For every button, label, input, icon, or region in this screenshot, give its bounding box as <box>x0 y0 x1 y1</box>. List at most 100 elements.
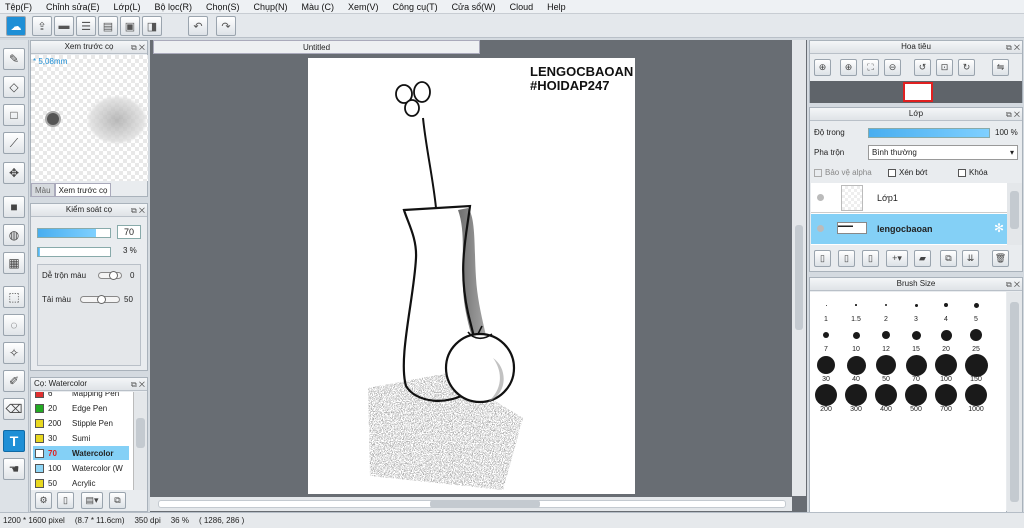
close-icon[interactable]: ⧉ ✕ <box>1006 279 1020 291</box>
line-tool-icon[interactable]: ⟋ <box>3 132 25 154</box>
select-rect-icon[interactable]: ⬚ <box>3 286 25 308</box>
gradient-tool-icon[interactable]: ▦ <box>3 252 25 274</box>
close-icon[interactable]: ⧉ ✕ <box>131 379 145 391</box>
menu-item[interactable]: Bộ lọc(R) <box>154 2 192 12</box>
add-layer-menu-icon[interactable]: +▾ <box>886 250 908 267</box>
reset-icon[interactable]: ⊡ <box>936 59 953 76</box>
undo-icon[interactable]: ↶ <box>188 16 208 36</box>
brush-size-cell[interactable]: 7 <box>811 324 841 354</box>
hand-tool-icon[interactable]: ☚ <box>3 458 25 480</box>
brush-list-scrollbar[interactable] <box>133 392 147 490</box>
layer-scrollbar[interactable] <box>1007 183 1022 245</box>
layer-row-selected[interactable]: ▬▬▬ lengocbaoan ✻ <box>811 214 1007 244</box>
rotate-right-icon[interactable]: ↻ <box>958 59 975 76</box>
brush-tool-icon[interactable]: ✎ <box>3 48 25 70</box>
zoom-out-icon[interactable]: ⊖ <box>884 59 901 76</box>
lock-checkbox[interactable]: Khóa <box>958 168 988 177</box>
canvas-paper[interactable]: LENGOCBAOAN #HOIDAP247 <box>308 58 635 494</box>
layer-opacity-slider[interactable] <box>868 128 990 138</box>
opacity-input[interactable]: 70 <box>117 225 141 239</box>
menu-item[interactable]: Tệp(F) <box>5 2 32 12</box>
brush-size-cell[interactable]: 12 <box>871 324 901 354</box>
brush-size-scrollbar[interactable] <box>1007 292 1022 512</box>
clip-checkbox[interactable]: Xén bớt <box>888 168 927 177</box>
rect-tool-icon[interactable]: □ <box>3 104 25 126</box>
brush-size-cell[interactable]: 20 <box>931 324 961 354</box>
density-slider[interactable] <box>37 247 111 257</box>
redo-icon[interactable]: ↷ <box>216 16 236 36</box>
brush-list-item[interactable]: 200 Stipple Pen <box>33 416 129 430</box>
brush-size-cell[interactable]: 500 <box>901 384 931 414</box>
brush-size-cell[interactable]: 200 <box>811 384 841 414</box>
chat-icon[interactable]: ▬ <box>54 16 74 36</box>
eraser-tool-icon[interactable]: ◇ <box>3 76 25 98</box>
brush-size-cell[interactable]: 1000 <box>961 384 991 414</box>
duplicate-icon[interactable]: ⧉ <box>940 250 957 267</box>
reload-slider[interactable] <box>80 295 120 304</box>
horizontal-scrollbar[interactable] <box>150 497 792 511</box>
save-icon[interactable]: ▣ <box>120 16 140 36</box>
menu-item[interactable]: Lớp(L) <box>114 2 141 12</box>
tab-color[interactable]: Màu <box>31 183 55 197</box>
brush-size-cell[interactable]: 150 <box>961 353 991 384</box>
tab-brush-preview[interactable]: Xem trước cọ <box>54 183 112 197</box>
bucket-tool-icon[interactable]: ◍ <box>3 224 25 246</box>
navigator-viewport[interactable] <box>903 82 933 102</box>
brush-size-cell[interactable]: 1 <box>811 294 841 324</box>
close-icon[interactable]: ⧉ ✕ <box>1006 42 1020 54</box>
canvas-area[interactable]: Untitled LENGOCBAOAN #HOIDAP247 <box>150 40 807 512</box>
merge-icon[interactable]: ⇊ <box>962 250 979 267</box>
brush-size-cell[interactable]: 700 <box>931 384 961 414</box>
menu-item[interactable]: Xem(V) <box>348 2 379 12</box>
select-eraser-icon[interactable]: ⌫ <box>3 398 25 420</box>
magic-wand-icon[interactable]: ✧ <box>3 342 25 364</box>
menu-item[interactable]: Công cụ(T) <box>393 2 438 12</box>
flip-icon[interactable]: ⇋ <box>992 59 1009 76</box>
blend-slider[interactable] <box>98 271 122 280</box>
menu-item[interactable]: Màu (C) <box>302 2 335 12</box>
brush-size-cell[interactable]: 30 <box>811 354 841 384</box>
share-icon[interactable]: ⇪ <box>32 16 52 36</box>
brush-list-item[interactable]: 30 Sumi <box>33 431 129 445</box>
menu-item[interactable]: Chỉnh sửa(E) <box>46 2 100 12</box>
brush-list-item[interactable]: 6 Mapping Pen <box>33 392 129 400</box>
gear-icon[interactable]: ✻ <box>994 221 1004 235</box>
menu-item[interactable]: Chọn(S) <box>206 2 240 12</box>
navigator-preview[interactable] <box>810 81 1022 103</box>
lasso-icon[interactable]: ◌ <box>3 314 25 336</box>
new-layer-icon[interactable]: ▯ <box>814 250 831 267</box>
brush-size-cell[interactable]: 3 <box>901 294 931 324</box>
brush-size-cell[interactable]: 4 <box>931 294 961 324</box>
fit-icon[interactable]: ⛶ <box>862 59 879 76</box>
fill-rect-tool-icon[interactable]: ■ <box>3 196 25 218</box>
menu-item[interactable]: Chụp(N) <box>254 2 288 12</box>
brush-size-cell[interactable]: 300 <box>841 384 871 414</box>
close-icon[interactable]: ⧉ ✕ <box>1006 109 1020 121</box>
brush-size-cell[interactable]: 1.5 <box>841 294 871 324</box>
opacity-slider[interactable] <box>37 228 111 238</box>
brush-size-cell[interactable]: 40 <box>841 354 871 384</box>
close-icon[interactable]: ⧉ ✕ <box>131 42 145 54</box>
brush-size-cell[interactable]: 400 <box>871 384 901 414</box>
brush-size-cell[interactable]: 100 <box>931 354 961 384</box>
brush-copy-icon[interactable]: ⧉ <box>109 492 126 509</box>
document-tab[interactable]: Untitled <box>153 40 480 54</box>
layer-row[interactable]: Lớp1 <box>811 183 1007 213</box>
protect-alpha-checkbox[interactable]: Bảo vệ alpha <box>814 168 872 177</box>
zoom-in-icon[interactable]: ⊕ <box>814 59 831 76</box>
brush-size-cell[interactable]: 10 <box>841 324 871 354</box>
new-layer-2-icon[interactable]: ▯ <box>838 250 855 267</box>
brush-size-cell[interactable]: 70 <box>901 354 931 384</box>
brush-list-item[interactable]: 50 Acrylic <box>33 476 129 490</box>
cloud-icon[interactable]: ☁ <box>6 16 26 36</box>
visibility-icon[interactable] <box>817 194 824 201</box>
brush-size-cell[interactable]: 2 <box>871 294 901 324</box>
brush-menu-icon[interactable]: ▤▾ <box>81 492 103 509</box>
brush-size-cell[interactable]: 15 <box>901 324 931 354</box>
brush-size-cell[interactable]: 50 <box>871 354 901 384</box>
trash-icon[interactable]: 🗑 <box>992 250 1009 267</box>
folder-icon[interactable]: ▰ <box>914 250 931 267</box>
brush-list-item[interactable]: 100 Watercolor (W <box>33 461 129 475</box>
brush-settings-icon[interactable]: ⚙ <box>35 492 52 509</box>
comment-icon[interactable]: ☰ <box>76 16 96 36</box>
